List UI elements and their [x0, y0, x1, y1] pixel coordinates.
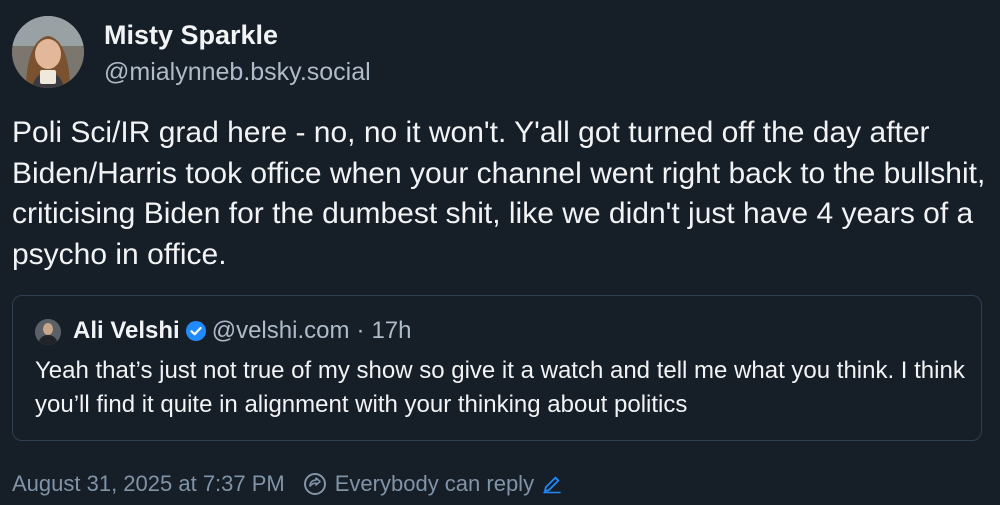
quoted-post-time[interactable]: 17h — [371, 317, 411, 345]
verified-check-icon[interactable] — [185, 321, 206, 341]
post-text: Poli Sci/IR grad here - no, no it won't.… — [12, 116, 986, 271]
quoted-post[interactable]: Ali Velshi @velshi.com · 17h Yeah that’s… — [12, 295, 982, 441]
quoted-author-name[interactable]: Ali Velshi — [73, 317, 180, 345]
author-avatar[interactable] — [12, 16, 84, 88]
quoted-post-text: Yeah that’s just not true of my show so … — [35, 357, 965, 418]
quoted-author-handle[interactable]: @velshi.com — [212, 317, 350, 345]
quoted-author-avatar[interactable] — [35, 319, 61, 345]
post: Misty Sparkle @mialynneb.bsky.social Pol… — [0, 0, 1000, 505]
meta-separator: · — [356, 317, 365, 344]
post-timestamp: August 31, 2025 at 7:37 PM — [12, 471, 285, 496]
post-footer: August 31, 2025 at 7:37 PM Everybody can… — [12, 469, 562, 499]
pencil-icon[interactable] — [542, 474, 562, 494]
author-display-name[interactable]: Misty Sparkle — [104, 20, 278, 51]
quoted-post-header: Ali Velshi @velshi.com · 17h — [73, 317, 412, 345]
reply-setting-label[interactable]: Everybody can reply — [335, 471, 534, 497]
author-handle[interactable]: @mialynneb.bsky.social — [104, 58, 371, 87]
reply-settings-icon[interactable] — [303, 472, 327, 496]
